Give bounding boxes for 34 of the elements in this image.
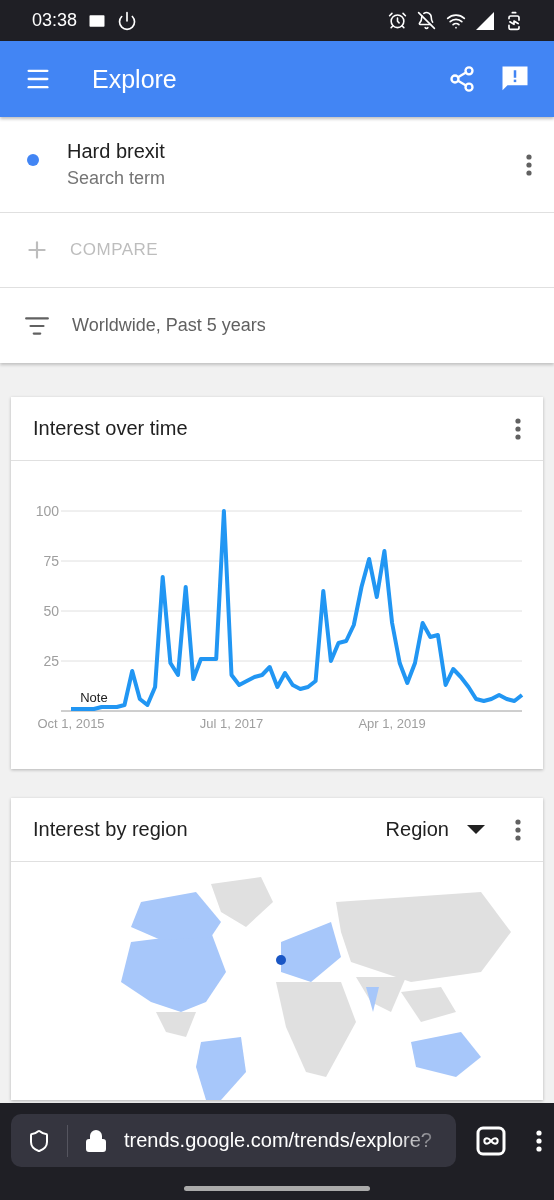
private-tab-button[interactable] xyxy=(476,1125,506,1156)
more-icon xyxy=(526,153,532,176)
status-time: 03:38 xyxy=(32,10,78,31)
signal-icon xyxy=(476,11,494,30)
card-title: Interest by region xyxy=(33,818,189,841)
card-title: Interest over time xyxy=(33,417,189,440)
power-icon xyxy=(117,10,138,31)
region-dropdown[interactable]: Region xyxy=(385,818,485,841)
infinity-icon xyxy=(484,1137,498,1144)
more-icon xyxy=(536,1129,542,1152)
more-icon xyxy=(515,818,521,841)
bell-off-icon xyxy=(417,11,436,30)
url-field[interactable]: trends.google.com/trends/explore? xyxy=(11,1114,456,1167)
more-button[interactable] xyxy=(515,818,521,841)
alarm-icon xyxy=(388,11,407,30)
search-term: Hard brexit xyxy=(67,140,166,163)
more-button[interactable] xyxy=(515,417,521,440)
share-button[interactable] xyxy=(448,65,476,93)
axis-tick-label: 50 xyxy=(43,603,59,619)
note-label[interactable]: Note xyxy=(80,690,108,705)
axis-tick-label: Oct 1, 2015 xyxy=(37,716,105,731)
filter-label[interactable]: Worldwide, Past 5 years xyxy=(72,315,266,336)
axis-tick-label: 25 xyxy=(43,653,59,669)
axis-tick-label: Jul 1, 2017 xyxy=(199,716,264,731)
axis-tick-label: 75 xyxy=(43,553,59,569)
more-button[interactable] xyxy=(536,1129,542,1152)
more-button[interactable] xyxy=(526,153,532,176)
lock-icon xyxy=(84,1128,108,1153)
axis-tick-label: Apr 1, 2019 xyxy=(358,716,426,731)
more-icon xyxy=(515,417,521,440)
axis-tick-label: 100 xyxy=(35,503,59,519)
search-term-subtitle: Search term xyxy=(67,168,167,189)
page-title: Explore xyxy=(92,64,178,94)
shield-icon xyxy=(27,1128,51,1153)
